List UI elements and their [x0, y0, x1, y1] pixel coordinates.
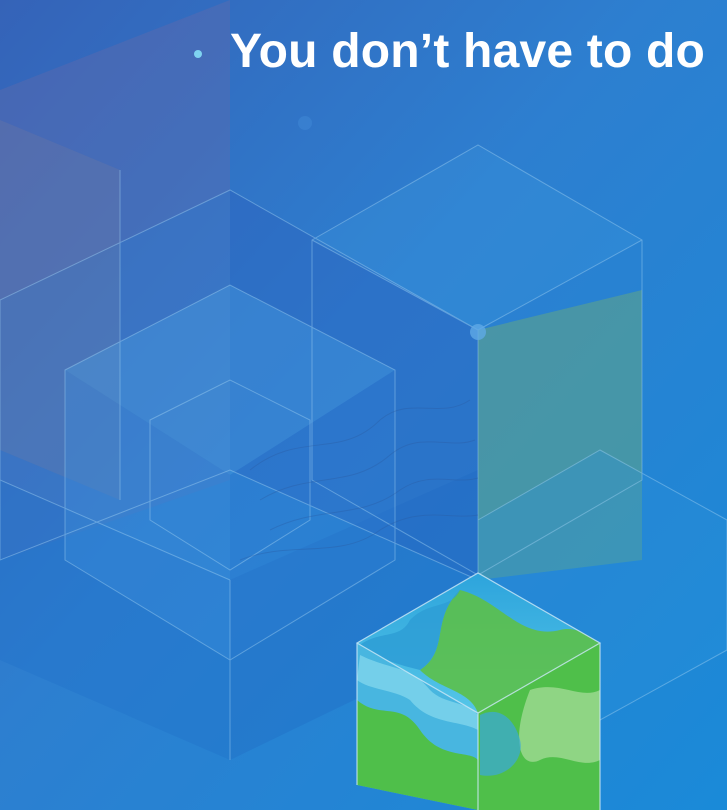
bullet-point: You don’t have to do	[190, 22, 727, 82]
background-cube-graphic	[0, 0, 727, 810]
bullet-text: You don’t have to do	[230, 25, 706, 78]
bullet-dot-icon	[194, 50, 202, 58]
slide: You don’t have to do	[0, 0, 727, 810]
